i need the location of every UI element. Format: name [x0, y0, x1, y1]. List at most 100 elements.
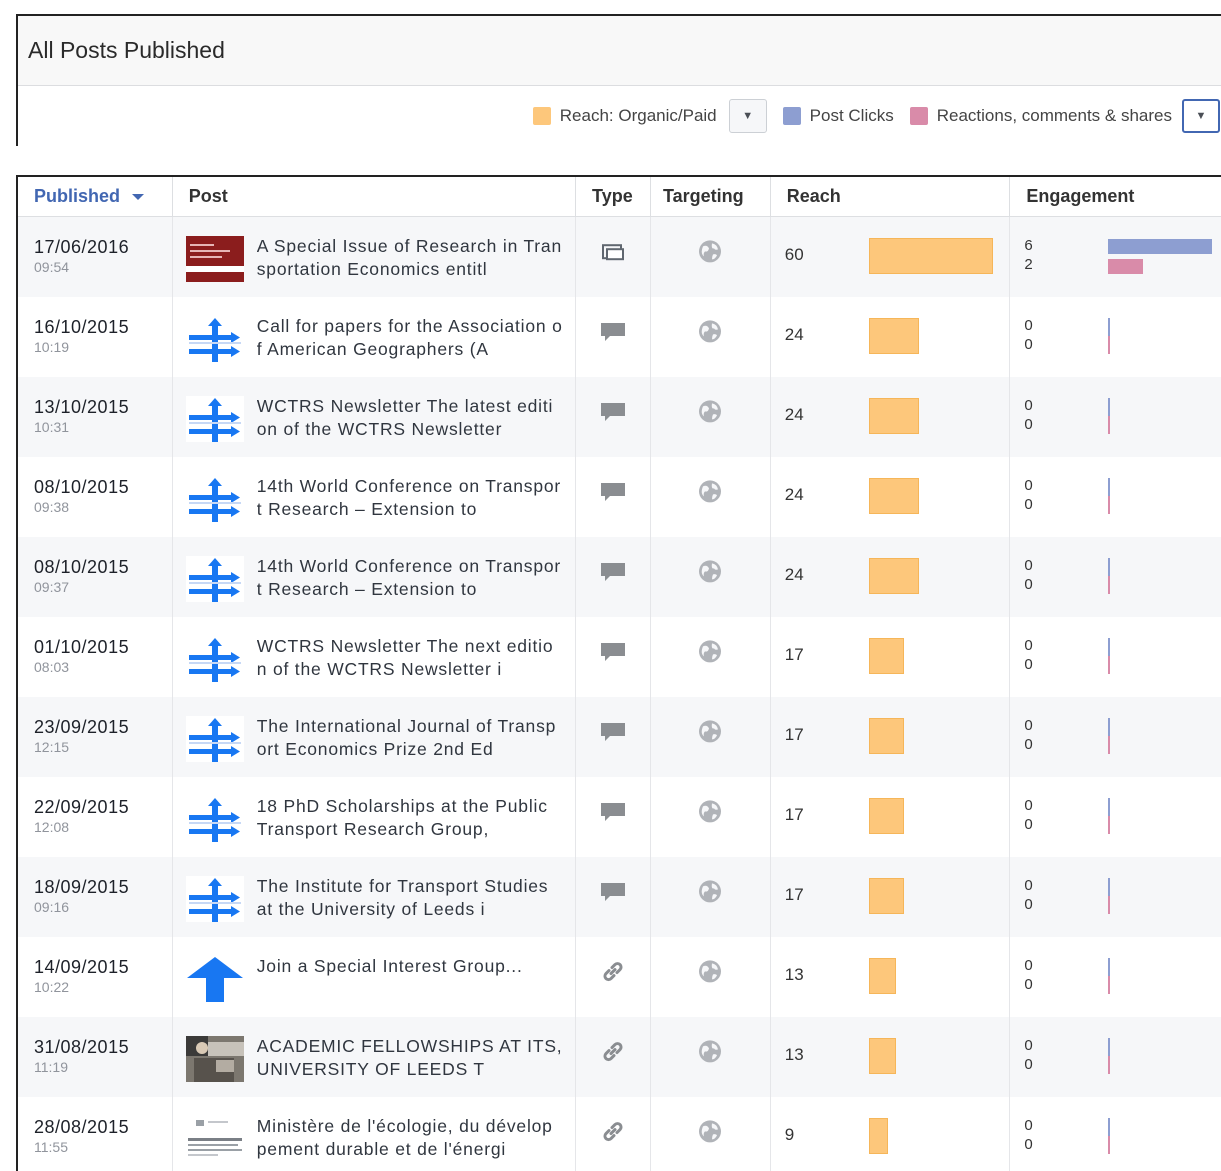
legend-reactions-label: Reactions, comments & shares [936, 106, 1172, 125]
post-link[interactable]: ACADEMIC FELLOWSHIPS AT ITS, UNIVERSITY … [257, 1035, 563, 1081]
document-thumb[interactable] [185, 1116, 244, 1162]
post-clicks-bar [1108, 958, 1111, 976]
album-icon [601, 243, 625, 266]
page-title: All Posts Published [18, 16, 1221, 86]
targeting-cell [651, 457, 771, 537]
column-post-header[interactable]: Post [173, 177, 577, 216]
column-engagement-header[interactable]: Engagement [1010, 177, 1221, 216]
post-link[interactable]: Join a Special Interest Group... [257, 955, 563, 1001]
reach-cell: 17 [771, 617, 1011, 697]
engagement-dropdown-button[interactable]: ▼ [1182, 99, 1220, 133]
post-link[interactable]: WCTRS Newsletter The next edition of the… [257, 635, 563, 681]
post-cell[interactable]: 14th World Conference on Transport Resea… [173, 457, 577, 537]
targeting-cell [651, 537, 771, 617]
table-row[interactable]: 14/09/2015 10:22 Join a Special Interest G… [18, 937, 1221, 1017]
reactions-value: 0 [1024, 656, 1033, 673]
reach-dropdown-button[interactable]: ▼ [728, 99, 767, 133]
reach-bar [868, 958, 896, 994]
column-published-header[interactable]: Published [18, 177, 173, 216]
reactions-value: 0 [1024, 816, 1033, 833]
reactions-bar [1108, 496, 1111, 514]
table-row[interactable]: 28/08/2015 11:55 Ministère de l'écologie, … [18, 1097, 1221, 1171]
post-cell[interactable]: WCTRS Newsletter The latest edition of t… [173, 377, 577, 457]
table-row[interactable]: 31/08/2015 11:19 ACADEMIC FELLOWSHIPS AT I… [18, 1017, 1221, 1097]
reactions-bar [1108, 896, 1111, 914]
post-cell[interactable]: Call for papers for the Association of A… [173, 297, 577, 377]
reach-value: 17 [784, 805, 804, 824]
post-link[interactable]: Ministère de l'écologie, du développemen… [257, 1115, 563, 1161]
table-body: 17/06/2016 09:54 A Special Issue of Resear… [18, 217, 1221, 1171]
targeting-cell [651, 617, 771, 697]
post-cell[interactable]: Join a Special Interest Group... [173, 937, 577, 1017]
reach-cell: 60 [771, 217, 1011, 297]
engagement-values: 00 [1024, 476, 1032, 514]
column-type-header[interactable]: Type [576, 177, 651, 216]
post-link[interactable]: The International Journal of Transport E… [257, 715, 563, 761]
wctrs-logo-thumb[interactable] [185, 556, 244, 602]
table-row[interactable]: 08/10/2015 09:37 14th World Conference on … [18, 537, 1221, 617]
reactions-bar [1108, 259, 1144, 274]
type-cell [576, 617, 651, 697]
table-row[interactable]: 13/10/2015 10:31 WCTRS Newsletter The late… [18, 377, 1221, 457]
column-reach-header[interactable]: Reach [771, 177, 1011, 216]
post-cell[interactable]: ACADEMIC FELLOWSHIPS AT ITS, UNIVERSITY … [173, 1017, 577, 1097]
engagement-cell: 00 [1010, 297, 1221, 377]
column-reach-label: Reach [786, 186, 841, 206]
reach-value: 24 [784, 485, 804, 504]
column-type-label: Type [592, 186, 633, 206]
wctrs-logo-thumb[interactable] [185, 716, 244, 762]
reach-bar [868, 878, 904, 914]
post-link[interactable]: A Special Issue of Research in Transport… [257, 235, 563, 281]
post-clicks-bar [1108, 239, 1213, 254]
table-row[interactable]: 01/10/2015 08:03 WCTRS Newsletter The next… [18, 617, 1221, 697]
published-cell: 18/09/2015 09:16 [18, 857, 173, 937]
post-link[interactable]: Call for papers for the Association of A… [257, 315, 563, 361]
post-cell[interactable]: The International Journal of Transport E… [173, 697, 577, 777]
wctrs-logo-thumb[interactable] [185, 796, 244, 842]
wctrs-logo-thumb[interactable] [185, 636, 244, 682]
post-cell[interactable]: A Special Issue of Research in Transport… [173, 217, 577, 297]
table-row[interactable]: 23/09/2015 12:15 The International Journal… [18, 697, 1221, 777]
wctrs-logo-thumb[interactable] [185, 476, 244, 522]
engagement-cell: 00 [1010, 937, 1221, 1017]
post-link[interactable]: 18 PhD Scholarships at the Public Transp… [257, 795, 563, 841]
globe-icon [697, 558, 723, 589]
post-link[interactable]: 14th World Conference on Transport Resea… [257, 475, 563, 521]
post-link[interactable]: 14th World Conference on Transport Resea… [257, 555, 563, 601]
wctrs-logo-thumb[interactable] [185, 876, 244, 922]
status-icon [600, 722, 626, 747]
photo-thumb[interactable] [185, 1036, 244, 1082]
reach-value: 17 [784, 725, 804, 744]
journal-cover-thumb[interactable] [185, 236, 244, 282]
table-row[interactable]: 16/10/2015 10:19 Call for papers for the A… [18, 297, 1221, 377]
column-targeting-header[interactable]: Targeting [651, 177, 771, 216]
reactions-value: 0 [1024, 336, 1033, 353]
legend-reactions: Reactions, comments & shares [909, 106, 1172, 126]
post-cell[interactable]: 18 PhD Scholarships at the Public Transp… [173, 777, 577, 857]
blue-arrow-thumb[interactable] [185, 956, 244, 1002]
post-clicks-bar [1108, 878, 1111, 896]
legend-reach-label: Reach: Organic/Paid [559, 106, 717, 125]
reactions-bar [1108, 336, 1111, 354]
post-cell[interactable]: 14th World Conference on Transport Resea… [173, 537, 577, 617]
table-row[interactable]: 22/09/2015 12:08 18 PhD Scholarships at th… [18, 777, 1221, 857]
reach-bar [868, 318, 919, 354]
post-cell[interactable]: The Institute for Transport Studies at t… [173, 857, 577, 937]
status-icon [600, 642, 626, 667]
reactions-value: 0 [1024, 896, 1033, 913]
post-clicks-value: 0 [1024, 1037, 1033, 1054]
table-row[interactable]: 17/06/2016 09:54 A Special Issue of Resear… [18, 217, 1221, 297]
post-link[interactable]: The Institute for Transport Studies at t… [257, 875, 563, 921]
wctrs-logo-thumb[interactable] [185, 396, 244, 442]
post-clicks-value: 0 [1024, 1117, 1033, 1134]
reach-bar [868, 1118, 888, 1154]
table-row[interactable]: 08/10/2015 09:38 14th World Conference on … [18, 457, 1221, 537]
post-cell[interactable]: WCTRS Newsletter The next edition of the… [173, 617, 577, 697]
published-cell: 08/10/2015 09:38 [18, 457, 173, 537]
post-link[interactable]: WCTRS Newsletter The latest edition of t… [257, 395, 563, 441]
table-row[interactable]: 18/09/2015 09:16 The Institute for Transpo… [18, 857, 1221, 937]
globe-icon [697, 398, 723, 429]
post-clicks-value: 0 [1024, 957, 1033, 974]
post-cell[interactable]: Ministère de l'écologie, du développemen… [173, 1097, 577, 1171]
wctrs-logo-thumb[interactable] [185, 316, 244, 362]
